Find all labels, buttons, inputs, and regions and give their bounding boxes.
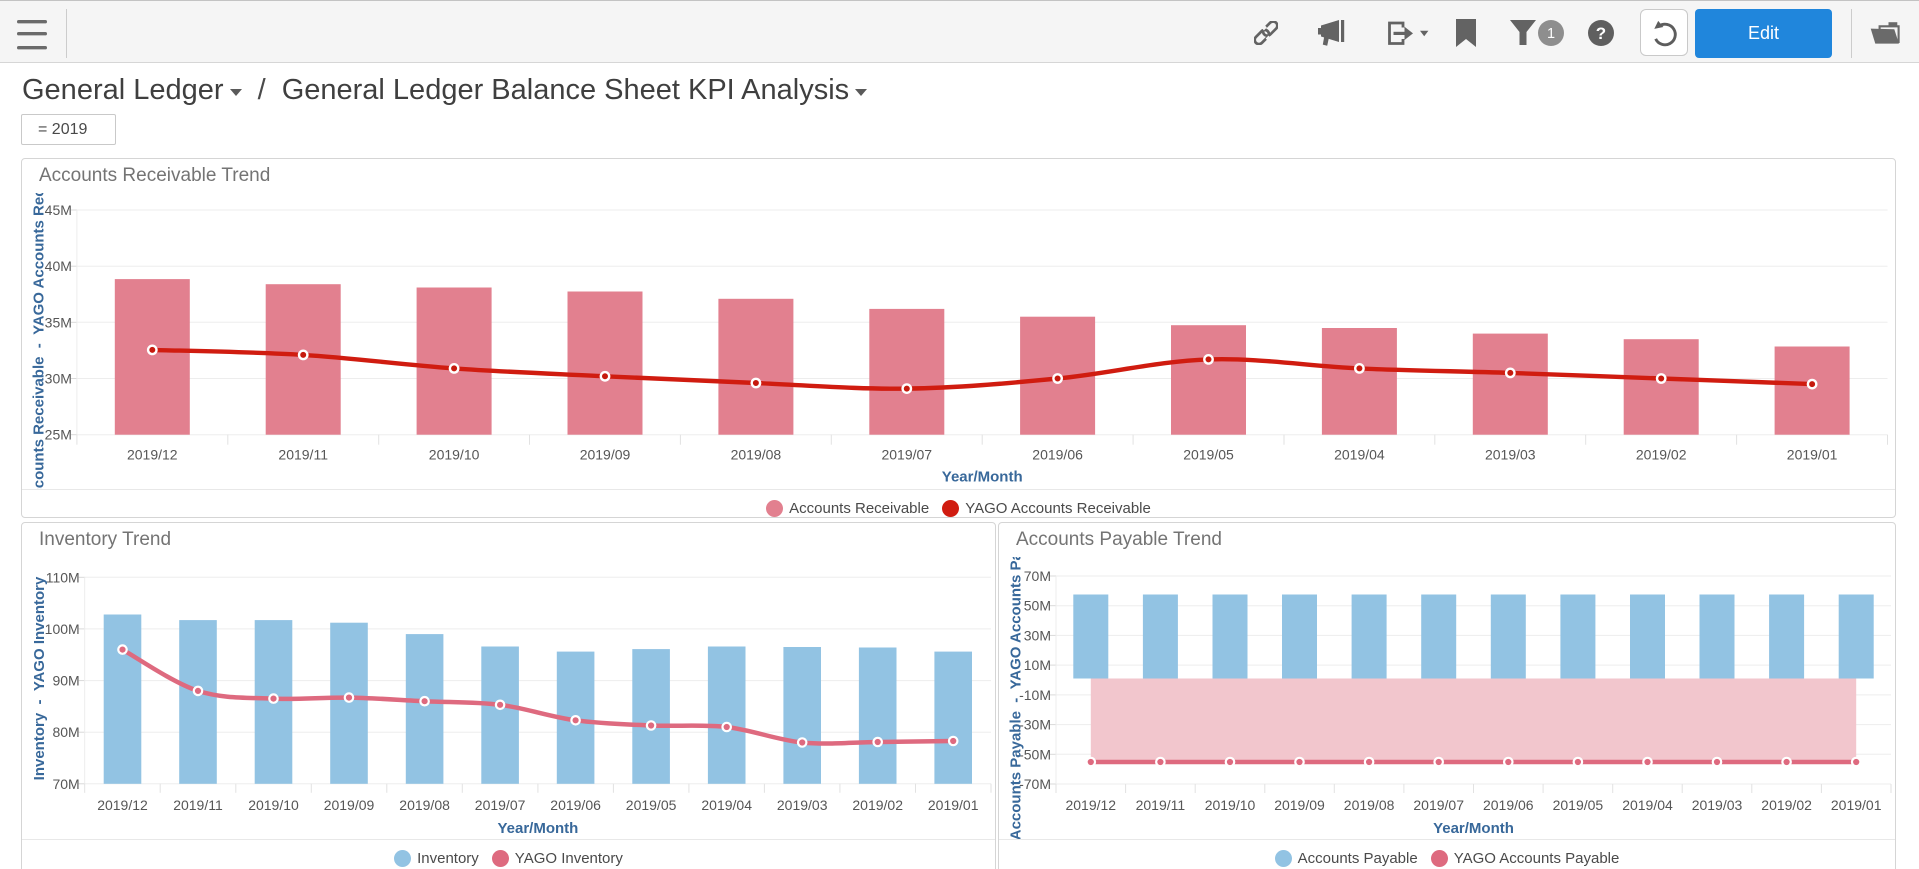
svg-text:50M: 50M [1024,598,1051,614]
svg-text:Accounts Payable - YAGO Acco: Accounts Payable - YAGO Accounts Payable [1007,523,1024,839]
svg-text:70M: 70M [1024,568,1051,584]
svg-text:2019/02: 2019/02 [1761,797,1812,813]
svg-text:90M: 90M [52,673,79,689]
svg-text:2019/10: 2019/10 [429,447,480,463]
svg-text:Year/Month: Year/Month [942,469,1023,486]
svg-text:30M: 30M [1024,627,1051,643]
svg-text:110M: 110M [46,569,80,585]
svg-text:2019/05: 2019/05 [1183,447,1234,463]
svg-text:2019/04: 2019/04 [701,797,752,813]
svg-text:2019/07: 2019/07 [881,447,932,463]
svg-text:2019/12: 2019/12 [127,447,178,463]
svg-text:25M: 25M [45,427,72,443]
svg-text:2019/10: 2019/10 [248,797,299,813]
svg-text:2019/08: 2019/08 [1344,797,1395,813]
svg-text:?: ? [1596,24,1606,43]
svg-text:2019/08: 2019/08 [731,447,782,463]
svg-text:2019/11: 2019/11 [278,447,328,463]
svg-text:100M: 100M [45,621,80,637]
svg-text:30M: 30M [45,371,72,387]
svg-text:2019/05: 2019/05 [1553,797,1604,813]
svg-text:2019/01: 2019/01 [1787,447,1838,463]
svg-text:Year/Month: Year/Month [497,820,578,837]
svg-text:2019/12: 2019/12 [1065,797,1116,813]
svg-text:Inventory - YAGO Inventory: Inventory - YAGO Inventory [31,576,48,780]
svg-text:2019/03: 2019/03 [1485,447,1536,463]
svg-text:45M: 45M [45,202,72,218]
svg-text:2019/11: 2019/11 [1136,797,1186,813]
svg-text:1: 1 [1547,26,1555,42]
svg-text:2019/09: 2019/09 [1274,797,1325,813]
svg-text:2019/04: 2019/04 [1334,447,1385,463]
svg-text:2019/06: 2019/06 [550,797,601,813]
svg-text:80M: 80M [52,724,79,740]
svg-text:2019/12: 2019/12 [97,797,148,813]
svg-text:2019/03: 2019/03 [1692,797,1743,813]
svg-text:40M: 40M [45,258,72,274]
svg-text:10M: 10M [1024,657,1051,673]
svg-text:2019/05: 2019/05 [626,797,677,813]
svg-text:Accounts Receivable - YAGO A: Accounts Receivable - YAGO Accounts Rece… [30,159,47,489]
svg-text:2019/07: 2019/07 [475,797,526,813]
svg-text:2019/04: 2019/04 [1622,797,1673,813]
svg-text:2019/01: 2019/01 [1831,797,1882,813]
svg-text:2019/08: 2019/08 [399,797,450,813]
svg-text:2019/06: 2019/06 [1032,447,1083,463]
svg-text:2019/07: 2019/07 [1413,797,1464,813]
svg-text:2019/09: 2019/09 [324,797,375,813]
svg-text:2019/11: 2019/11 [173,797,223,813]
svg-text:2019/10: 2019/10 [1205,797,1256,813]
svg-text:2019/02: 2019/02 [852,797,903,813]
svg-text:35M: 35M [45,314,72,330]
svg-text:2019/03: 2019/03 [777,797,828,813]
svg-text:2019/02: 2019/02 [1636,447,1687,463]
svg-text:2019/01: 2019/01 [928,797,979,813]
svg-text:2019/06: 2019/06 [1483,797,1534,813]
svg-text:2019/09: 2019/09 [580,447,631,463]
svg-text:70M: 70M [52,776,79,792]
svg-text:Year/Month: Year/Month [1433,820,1514,837]
